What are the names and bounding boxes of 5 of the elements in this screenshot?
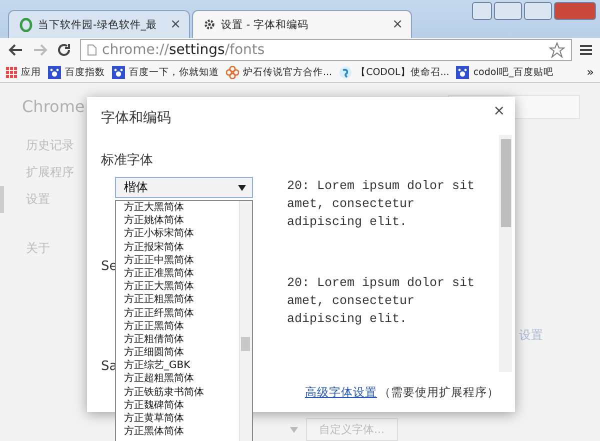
font-preview-text: 20: Lorem ipsum dolor sit amet, consectetur adipiscing elit. <box>287 275 476 328</box>
font-preview-text: 20: Lorem ipsum dolor sit amet, consectetur adipiscing elit. <box>287 178 476 231</box>
dialog-title: 字体和编码 <box>101 109 171 128</box>
footer-note: （需要使用扩展程序） <box>379 384 499 400</box>
section-label: 标准字体 <box>101 152 154 169</box>
